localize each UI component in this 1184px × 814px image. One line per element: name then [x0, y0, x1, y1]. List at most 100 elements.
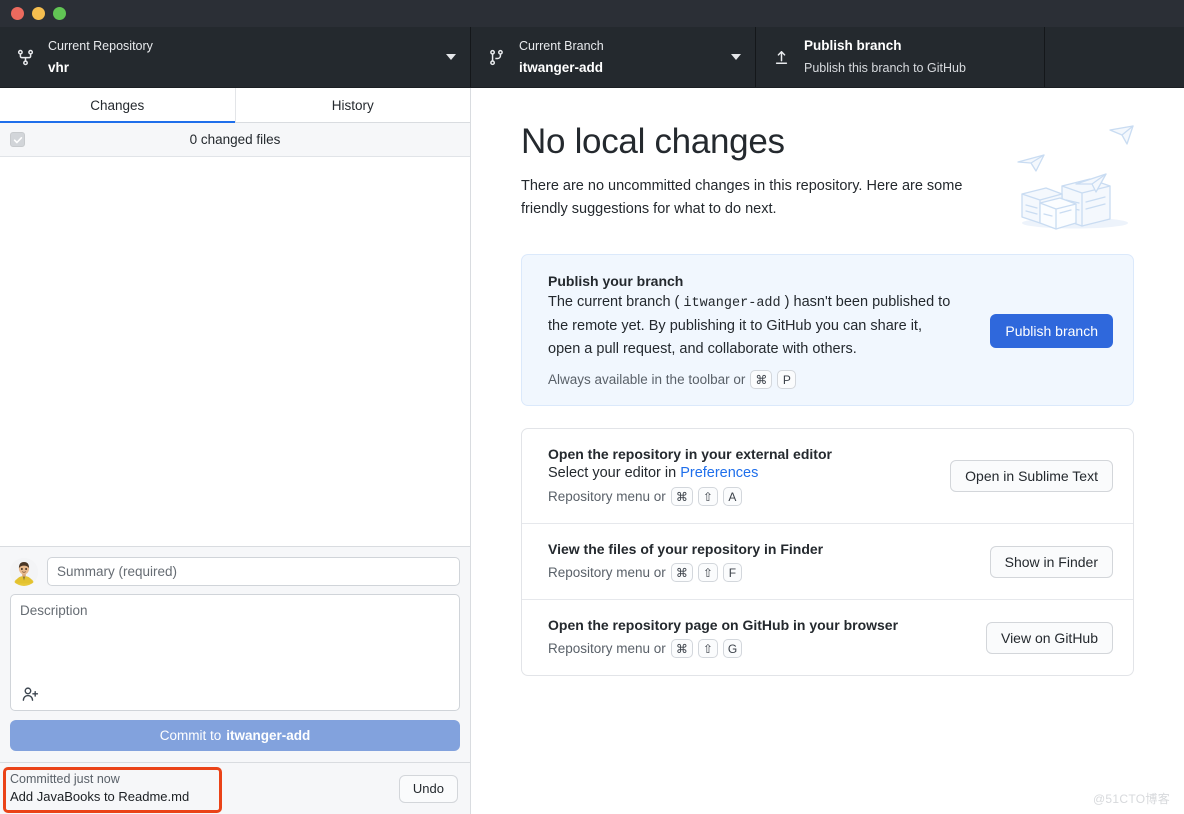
current-repository-text: Current Repository vhr — [48, 35, 436, 78]
show-in-finder-heading: View the files of your repository in Fin… — [548, 541, 974, 557]
publish-branch-button[interactable]: Publish branch — [990, 314, 1113, 348]
suggestion-row-show-in-finder: View the files of your repository in Fin… — [522, 523, 1133, 599]
commit-form: Commit to itwanger-add — [0, 546, 470, 762]
changed-files-count: 0 changed files — [0, 132, 470, 147]
main-panel: No local changes There are no uncommitte… — [471, 88, 1184, 814]
open-editor-hint: Repository menu or ⌘ ⇧ A — [548, 487, 934, 506]
changed-files-list[interactable] — [0, 157, 470, 546]
publish-branch-title: Publish branch — [804, 38, 902, 53]
select-all-checkbox[interactable] — [10, 132, 25, 147]
g-key: G — [723, 639, 742, 658]
add-person-icon — [22, 686, 39, 703]
git-branch-icon — [485, 49, 507, 66]
publish-branch-card: Publish your branch The current branch (… — [521, 254, 1134, 406]
view-on-github-hint: Repository menu or ⌘ ⇧ G — [548, 639, 970, 658]
toolbar-empty-area — [1045, 27, 1184, 87]
app-body: Changes History 0 changed files — [0, 88, 1184, 814]
page-subtitle: There are no uncommitted changes in this… — [521, 175, 964, 220]
current-branch-button[interactable]: Current Branch itwanger-add — [471, 27, 756, 87]
open-editor-heading: Open the repository in your external edi… — [548, 446, 934, 462]
close-button[interactable] — [11, 7, 24, 20]
current-branch-text: Current Branch itwanger-add — [519, 35, 721, 78]
undo-commit-bar: Committed just now Add JavaBooks to Read… — [0, 762, 470, 814]
undo-button[interactable]: Undo — [399, 775, 458, 803]
zoom-button[interactable] — [53, 7, 66, 20]
current-repository-label: Current Repository — [48, 39, 153, 53]
commit-status-text: Committed just now — [10, 770, 399, 788]
commit-button[interactable]: Commit to itwanger-add — [10, 720, 460, 751]
minimize-button[interactable] — [32, 7, 45, 20]
view-on-github-hint-text: Repository menu or — [548, 641, 666, 656]
show-in-finder-body: View the files of your repository in Fin… — [548, 541, 974, 582]
title-bar — [0, 0, 1184, 27]
publish-branch-text: Publish branch Publish this branch to Gi… — [804, 35, 1030, 78]
show-in-finder-hint-text: Repository menu or — [548, 565, 666, 580]
open-editor-hint-text: Repository menu or — [548, 489, 666, 504]
commit-button-branch: itwanger-add — [226, 728, 310, 743]
shift-key-icon: ⇧ — [698, 563, 718, 582]
suggestion-row-view-on-github: Open the repository page on GitHub in yo… — [522, 599, 1133, 675]
checkmark-icon — [13, 135, 23, 145]
commit-summary-input[interactable] — [47, 557, 460, 586]
no-changes-hero: No local changes There are no uncommitte… — [521, 122, 1134, 220]
publish-card-hint-text: Always available in the toolbar or — [548, 372, 745, 387]
current-repository-button[interactable]: Current Repository vhr — [0, 27, 471, 87]
p-key: P — [777, 370, 796, 389]
command-key-icon: ⌘ — [671, 563, 693, 582]
view-on-github-body: Open the repository page on GitHub in yo… — [548, 617, 970, 658]
command-key-icon: ⌘ — [671, 487, 693, 506]
current-repository-value: vhr — [48, 60, 69, 75]
command-key-icon: ⌘ — [750, 370, 772, 389]
add-coauthor-button[interactable] — [19, 684, 41, 704]
boxes-and-paper-planes-illustration — [1000, 122, 1150, 234]
commit-description-input[interactable] — [11, 595, 459, 710]
open-in-sublime-text-button[interactable]: Open in Sublime Text — [950, 460, 1113, 492]
current-branch-value: itwanger-add — [519, 60, 603, 75]
publish-card-text-before: The current branch ( — [548, 294, 683, 310]
github-desktop-window: Current Repository vhr Current Branch it… — [0, 0, 1184, 814]
publish-branch-subtitle: Publish this branch to GitHub — [804, 61, 966, 75]
last-commit-info: Committed just now Add JavaBooks to Read… — [10, 770, 399, 807]
show-in-finder-hint: Repository menu or ⌘ ⇧ F — [548, 563, 974, 582]
sidebar: Changes History 0 changed files — [0, 88, 471, 814]
toolbar: Current Repository vhr Current Branch it… — [0, 27, 1184, 88]
a-key: A — [723, 487, 742, 506]
publish-card-text: The current branch ( itwanger-add ) hasn… — [548, 291, 958, 360]
summary-row — [10, 557, 460, 586]
open-editor-sub-prefix: Select your editor in — [548, 465, 680, 481]
commit-button-prefix: Commit to — [160, 728, 222, 743]
view-on-github-button[interactable]: View on GitHub — [986, 622, 1113, 654]
shift-key-icon: ⇧ — [698, 639, 718, 658]
chevron-down-icon — [446, 54, 456, 60]
f-key: F — [723, 563, 742, 582]
tab-history[interactable]: History — [235, 88, 471, 122]
suggestion-row-open-editor: Open the repository in your external edi… — [522, 429, 1133, 523]
open-editor-subtext: Select your editor in Preferences — [548, 465, 934, 481]
publish-card-body: Publish your branch The current branch (… — [548, 273, 974, 389]
view-on-github-heading: Open the repository page on GitHub in yo… — [548, 617, 970, 633]
commit-description-wrapper — [10, 594, 460, 711]
suggestions-card: Open the repository in your external edi… — [521, 428, 1134, 676]
open-editor-body: Open the repository in your external edi… — [548, 446, 934, 506]
changed-files-bar: 0 changed files — [0, 123, 470, 157]
current-branch-label: Current Branch — [519, 39, 604, 53]
page-title: No local changes — [521, 122, 964, 162]
sidebar-tabs: Changes History — [0, 88, 470, 123]
traffic-lights — [11, 7, 66, 20]
publish-branch-toolbar-button[interactable]: Publish branch Publish this branch to Gi… — [756, 27, 1045, 87]
tab-changes[interactable]: Changes — [0, 88, 235, 122]
user-avatar-image — [10, 558, 38, 586]
publish-card-heading: Publish your branch — [548, 273, 974, 289]
publish-card-branch-name: itwanger-add — [683, 296, 780, 311]
upload-icon — [770, 49, 792, 66]
tab-history-label: History — [332, 98, 374, 113]
preferences-link[interactable]: Preferences — [680, 465, 758, 481]
tab-changes-label: Changes — [90, 98, 144, 113]
commit-subject-text: Add JavaBooks to Readme.md — [10, 788, 399, 807]
chevron-down-icon — [731, 54, 741, 60]
repo-branch-icon — [14, 49, 36, 66]
watermark: @51CTO博客 — [1093, 790, 1170, 807]
avatar — [10, 558, 38, 586]
show-in-finder-button[interactable]: Show in Finder — [990, 546, 1113, 578]
command-key-icon: ⌘ — [671, 639, 693, 658]
